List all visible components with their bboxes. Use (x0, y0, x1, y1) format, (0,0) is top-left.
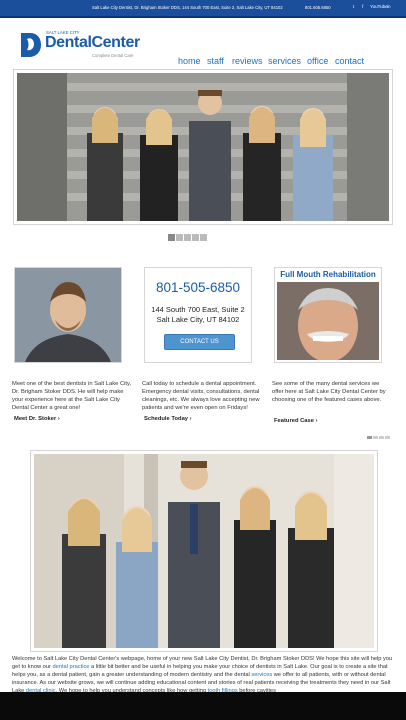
contact-card: 801-505-6850 144 South 700 East, Suite 2… (144, 267, 252, 363)
col3-text: See some of the many dental services we … (272, 381, 386, 403)
nav-home[interactable]: home (178, 56, 201, 66)
slider-dot[interactable] (168, 234, 175, 241)
col1-text: Meet one of the best dentists in Salt La… (12, 381, 132, 411)
featured-case-card[interactable]: Full Mouth Rehabilitation (274, 267, 382, 363)
case-dot[interactable] (379, 436, 384, 439)
featured-case-dots (367, 426, 391, 444)
nav-office[interactable]: office (307, 56, 328, 66)
schedule-today-link[interactable]: Schedule Today › (144, 416, 192, 422)
contact-address-line2: Salt Lake City, UT 84102 (156, 315, 240, 324)
patient-portrait (277, 282, 379, 360)
top-bar: Salt Lake City Dentist, Dr. Brigham Stok… (0, 0, 406, 18)
nav-reviews[interactable]: reviews (232, 56, 263, 66)
featured-case-title: Full Mouth Rehabilitation (280, 270, 376, 279)
team-photo-slide (17, 73, 389, 221)
nav-staff[interactable]: staff (207, 56, 224, 66)
services-link[interactable]: services (251, 672, 272, 678)
nav-contact[interactable]: contact (335, 56, 364, 66)
slider-dot[interactable] (200, 234, 207, 241)
top-bar-address: Salt Lake City Dentist, Dr. Brigham Stok… (92, 5, 283, 10)
youtube-icon[interactable]: YouTube (370, 4, 388, 9)
nav-services[interactable]: services (268, 56, 301, 66)
contact-address-line1: 144 South 700 East, Suite 2 (151, 305, 245, 314)
dr-stoker-photo[interactable] (14, 267, 122, 363)
tooth-logo-icon (21, 33, 41, 57)
doctor-portrait (15, 268, 121, 362)
case-dot[interactable] (373, 436, 378, 439)
top-bar-phone[interactable]: 801.505.6850 (305, 5, 331, 10)
logo-wordmark: DentalCenter (45, 34, 140, 51)
bottom-bar (0, 692, 406, 720)
contact-phone[interactable]: 801-505-6850 (145, 280, 251, 295)
case-dot[interactable] (385, 436, 390, 439)
case-dot[interactable] (367, 436, 372, 439)
featured-case-link[interactable]: Featured Case › (274, 418, 318, 424)
linkedin-icon[interactable]: in (387, 4, 391, 9)
slider-dot[interactable] (192, 234, 199, 241)
logo-tagline: Complete Dental Care (92, 53, 134, 58)
team-group-photo (34, 454, 374, 648)
slider-dot[interactable] (184, 234, 191, 241)
twitter-icon[interactable]: t (353, 4, 354, 9)
welcome-paragraph: Welcome to Salt Lake City Dental Center'… (12, 655, 394, 695)
meet-dr-stoker-link[interactable]: Meet Dr. Stoker › (14, 416, 60, 422)
dental-practice-link[interactable]: dental practice (52, 664, 89, 670)
contact-us-button[interactable]: CONTACT US (164, 334, 235, 350)
site-logo[interactable]: SALT LAKE CITY DentalCenter Complete Den… (18, 30, 143, 67)
facebook-icon[interactable]: f (362, 4, 363, 9)
team-photo-main (30, 450, 378, 652)
col2-text: Call today to schedule a dental appointm… (142, 381, 260, 411)
slider-dot[interactable] (176, 234, 183, 241)
site-header: SALT LAKE CITY DentalCenter Complete Den… (0, 18, 406, 68)
hero-slider[interactable] (13, 69, 393, 225)
